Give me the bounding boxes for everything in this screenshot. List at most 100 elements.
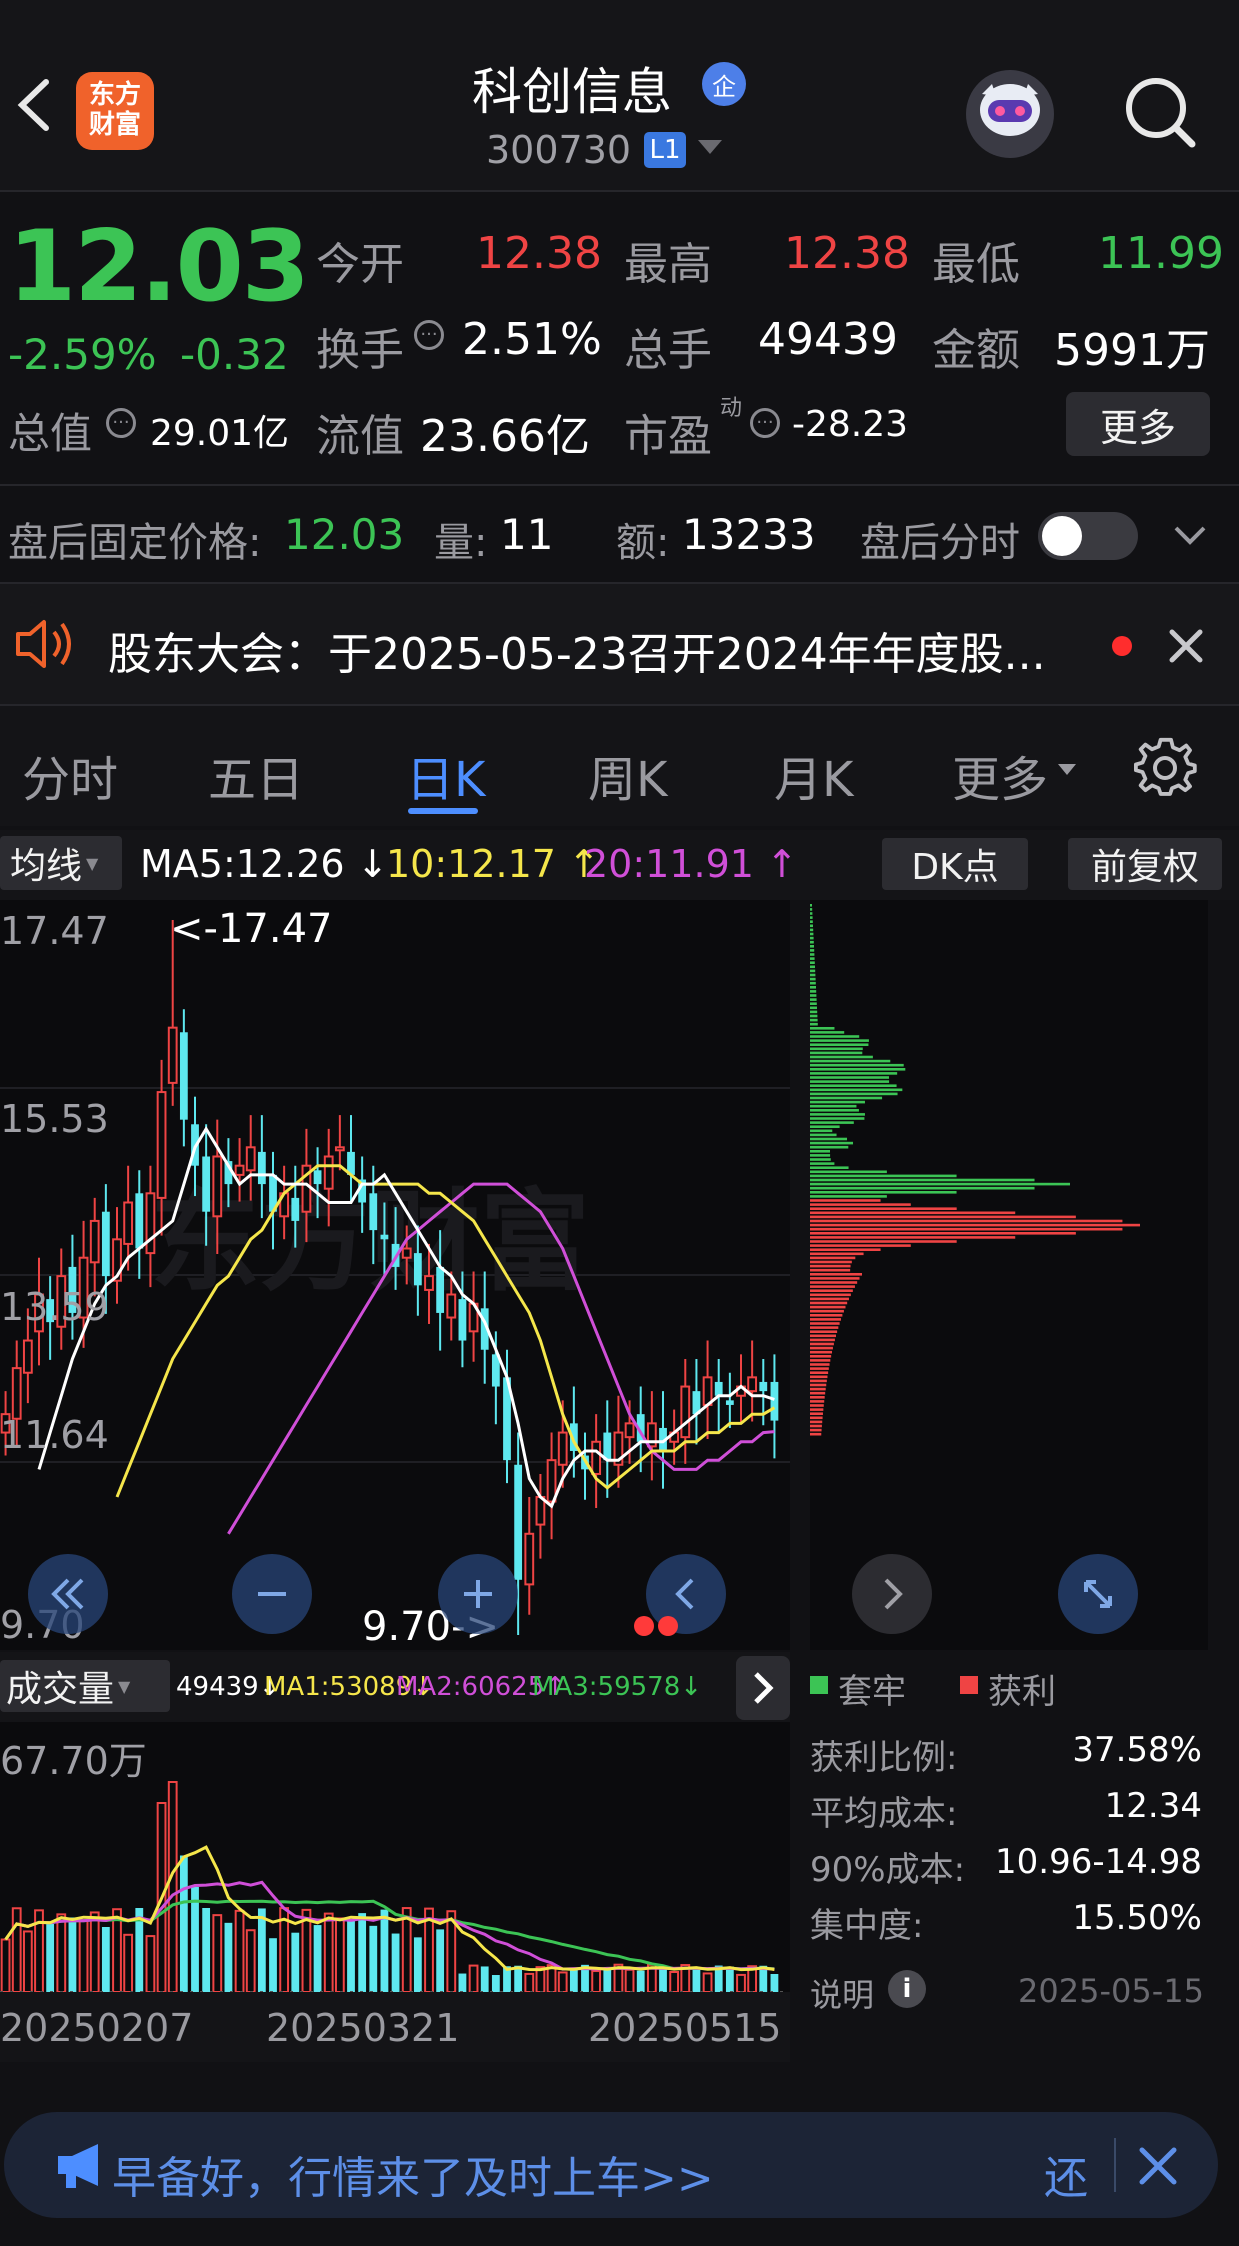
notice-text[interactable]: 股东大会：于2025-05-23召开2024年年度股... (108, 618, 1046, 682)
tab-five-day[interactable]: 五日 (208, 740, 304, 810)
notice-bar[interactable]: 股东大会：于2025-05-23召开2024年年度股... (0, 584, 1239, 704)
high-value: 12.38 (784, 228, 910, 279)
volume-bar (391, 1933, 400, 1992)
chip-bar (810, 1223, 1140, 1227)
chip-bar (810, 1014, 818, 1018)
volume-header: 成交量 ▼ 49439↓ MA1:53089↓ MA2:60625↑ MA3:5… (0, 1652, 790, 1722)
chip-bar (810, 1170, 887, 1174)
after-hours-volume: 11 (500, 510, 554, 559)
change-amount: -0.32 (180, 330, 289, 379)
volume-bar (301, 1908, 312, 1993)
info-icon[interactable]: ··· (414, 320, 444, 350)
chevron-right-icon (754, 1672, 774, 1704)
robot-avatar[interactable] (962, 66, 1058, 162)
volume-selector[interactable]: 成交量 ▼ (0, 1660, 170, 1712)
chip-distribution[interactable] (810, 900, 1208, 1650)
promo-banner[interactable]: 早备好，行情来了及时上车>> 还 (4, 2112, 1218, 2218)
chip-stat-value: 15.50% (1072, 1898, 1202, 1938)
tab-monthly-k[interactable]: 月K (774, 740, 853, 810)
dropdown-icon[interactable] (698, 140, 722, 154)
chip-bar (810, 1084, 897, 1087)
chip-bar (810, 1154, 831, 1157)
indicator-next-button[interactable] (736, 1656, 790, 1720)
adjust-button[interactable]: 前复权 (1068, 838, 1222, 890)
volume-bar (624, 1968, 635, 1993)
zoom-out-button[interactable] (232, 1554, 312, 1634)
chip-bar (810, 1051, 863, 1055)
chip-next-button[interactable] (852, 1554, 932, 1634)
chip-stats: 获利比例: 37.58% 平均成本: 12.34 90%成本: 10.96-14… (810, 1730, 1208, 1990)
candle-body (313, 1170, 322, 1185)
turnover-label: 换手 (316, 325, 404, 376)
candle-body (89, 1219, 100, 1264)
tab-weekly-k[interactable]: 周K (588, 740, 667, 810)
tab-bar: 分时 五日 日K 周K 月K 更多 (0, 706, 1239, 826)
candle-body (369, 1193, 378, 1231)
chip-bar (810, 1043, 869, 1046)
volume-bar (636, 1970, 645, 1992)
chip-bar (810, 1002, 817, 1005)
volume-bar (770, 1973, 779, 1992)
chip-bar (810, 1334, 836, 1338)
info-icon[interactable]: ··· (750, 408, 780, 438)
info-circle-icon[interactable]: i (888, 1970, 926, 2008)
toggle-knob (1042, 516, 1082, 556)
close-notice-button[interactable] (1164, 624, 1208, 668)
stock-code: 300730 (486, 128, 632, 172)
chip-bar (810, 1314, 843, 1317)
event-dot[interactable] (658, 1616, 678, 1636)
profit-swatch (960, 1676, 978, 1694)
volume-bar (468, 1964, 479, 1993)
candle-body (424, 1275, 434, 1291)
volume-bar (557, 1971, 568, 1994)
volume-max-label: 67.70万 (0, 1739, 147, 1783)
volume-bar (524, 1972, 535, 1993)
chip-bar (810, 908, 813, 911)
chip-bar (810, 1031, 845, 1034)
candle-body (436, 1266, 445, 1313)
back-button[interactable] (8, 70, 58, 140)
chip-bar (810, 1100, 865, 1104)
chip-bar (810, 924, 813, 928)
expand-button[interactable] (1168, 514, 1212, 558)
dk-point-button[interactable]: DK点 (882, 838, 1028, 890)
volume-bar (46, 1923, 55, 1992)
indicator-selector-label: 均线 (10, 846, 83, 887)
after-hours-volume-label: 量: (434, 520, 488, 566)
chip-bar (810, 1432, 822, 1436)
after-hours-amount-label: 额: (616, 520, 670, 566)
tab-daily-k[interactable]: 日K (406, 740, 485, 810)
y-tick-label: 11.64 (0, 1413, 109, 1457)
after-hours-toggle[interactable] (1038, 512, 1138, 560)
search-button[interactable] (1120, 72, 1200, 152)
chip-bar (810, 1240, 957, 1243)
chip-bar (810, 1166, 849, 1169)
info-icon[interactable]: ··· (106, 408, 136, 438)
chip-note-label[interactable]: 说明 (810, 1970, 874, 2016)
chip-bar (810, 1186, 1035, 1190)
promo-text[interactable]: 早备好，行情来了及时上车>> (112, 2142, 714, 2206)
y-tick-label: 15.53 (0, 1097, 109, 1141)
volume-bar (68, 1917, 77, 1992)
chip-bar (810, 1195, 887, 1198)
tab-timeshare[interactable]: 分时 (22, 740, 118, 810)
zoom-in-button[interactable] (438, 1554, 518, 1634)
candle-body (234, 1164, 245, 1176)
kline-chart[interactable]: 东方财富 17.47 15.53 13.59 11.64 9.70 <-17.4… (0, 900, 790, 1650)
chip-bar (810, 1178, 1035, 1182)
event-dot[interactable] (634, 1616, 654, 1636)
close-banner-button[interactable] (1134, 2142, 1182, 2190)
indicator-selector[interactable]: 均线 ▼ (0, 836, 122, 890)
volume-bar (22, 1930, 33, 1993)
fast-back-button[interactable] (28, 1554, 108, 1634)
fullscreen-button[interactable] (1058, 1554, 1138, 1634)
chart-settings-button[interactable] (1134, 736, 1198, 800)
more-button[interactable]: 更多 (1066, 392, 1210, 456)
chip-bar (810, 1068, 906, 1071)
candle-body (101, 1211, 110, 1277)
chip-bar (810, 1396, 825, 1399)
total-value: 29.01亿 (150, 413, 290, 454)
tab-more[interactable]: 更多 (952, 740, 1048, 810)
open-label: 今开 (316, 239, 404, 290)
candle-body (680, 1385, 691, 1439)
